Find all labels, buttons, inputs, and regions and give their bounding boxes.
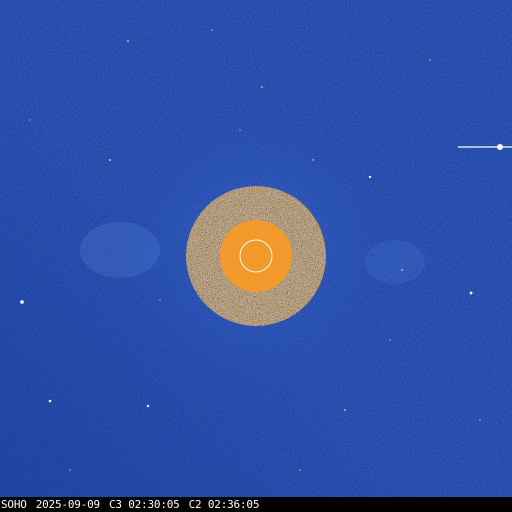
star (401, 269, 403, 271)
star (211, 29, 213, 31)
star (127, 40, 129, 42)
star (312, 159, 314, 161)
star (299, 469, 301, 471)
star (344, 409, 346, 411)
coronagraph-image (0, 0, 512, 512)
image-caption: SOHO 2025-09-09 C3 02:30:05 C2 02:36:05 (0, 497, 512, 512)
star (48, 399, 52, 403)
star (159, 299, 161, 301)
star (146, 404, 150, 408)
streamer-left (80, 222, 160, 278)
caption-observatory: SOHO (1, 498, 27, 511)
star (69, 469, 71, 471)
caption-c2-time: C2 02:36:05 (188, 498, 260, 511)
star (429, 59, 431, 61)
star (368, 175, 372, 179)
star (479, 419, 481, 421)
star (261, 86, 263, 88)
star (20, 300, 24, 304)
star (239, 129, 241, 131)
streamer-right (365, 240, 425, 284)
caption-c3-time: C3 02:30:05 (108, 498, 180, 511)
star (29, 119, 31, 121)
caption-date: 2025-09-09 (35, 498, 100, 511)
star (389, 339, 391, 341)
c2-occulter-disk (220, 220, 292, 292)
star (108, 158, 112, 162)
star (469, 291, 473, 295)
